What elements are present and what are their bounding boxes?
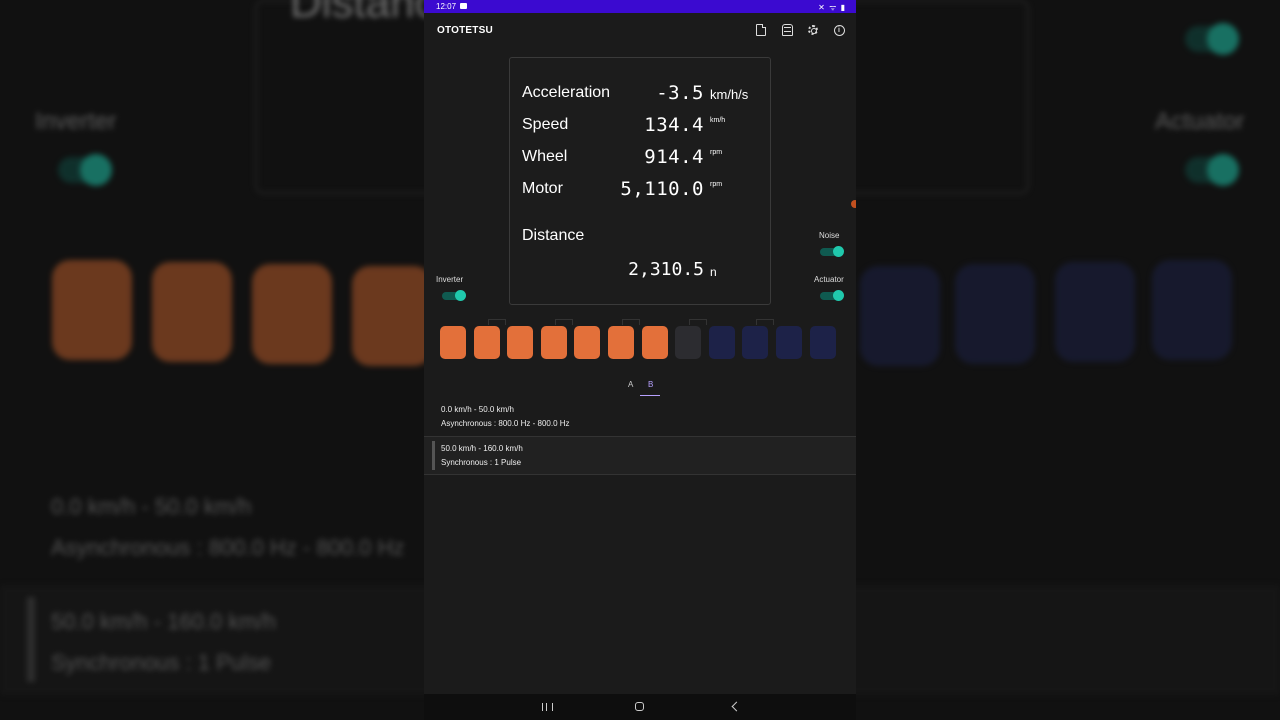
bg-car — [1152, 260, 1232, 360]
distance-label: Distance — [522, 227, 585, 244]
acceleration-value: -3.5 — [656, 82, 704, 104]
distance-row: Distance — [522, 225, 758, 249]
pattern-mode: Asynchronous : 800.0 Hz - 800.0 Hz — [441, 419, 570, 428]
distance-value: 2,310.5 — [628, 259, 704, 280]
recent-apps-button[interactable] — [542, 703, 553, 711]
car-coupler — [487, 319, 506, 325]
pattern-mode: Synchronous : 1 Pulse — [441, 458, 522, 467]
nav-bar — [424, 694, 856, 720]
acceleration-row: Acceleration -3.5 km/h/s — [522, 82, 758, 106]
pattern-tabs: A B — [624, 378, 674, 398]
train-car-powered — [507, 326, 534, 359]
train-car-regen — [708, 326, 735, 359]
actuator-label: Actuator — [814, 275, 844, 284]
train-car-regen — [776, 326, 802, 359]
bg-row-bar — [27, 597, 35, 682]
speed-label: Speed — [522, 116, 569, 133]
bg-car — [52, 260, 132, 360]
app-title: OTOTETSU — [437, 25, 493, 36]
document-icon — [756, 24, 766, 36]
speed-value: 134.4 — [644, 114, 704, 136]
actuator-toggle[interactable] — [820, 290, 844, 301]
bg-pattern-range: 0.0 km/h - 50.0 km/h — [51, 494, 252, 519]
train-car-regen — [742, 326, 769, 359]
tab-indicator — [640, 395, 660, 396]
inverter-label: Inverter — [436, 275, 464, 284]
train-car-powered — [608, 326, 634, 359]
bg-pattern-mode: Asynchronous : 800.0 Hz - 800.0 Hz — [51, 535, 405, 560]
train-car-neutral — [675, 326, 702, 359]
bg-car — [955, 264, 1035, 364]
train-button[interactable] — [780, 23, 794, 37]
acceleration-label: Acceleration — [522, 84, 611, 101]
car-coupler — [622, 319, 640, 325]
bg-actuator-label: Actuator — [1155, 108, 1245, 135]
bg-toggle — [58, 154, 112, 186]
speed-row: Speed 134.4 km/h — [522, 114, 758, 138]
toggle-thumb — [833, 290, 844, 301]
toggle-thumb — [455, 290, 466, 301]
pattern-range: 50.0 km/h - 160.0 km/h — [441, 444, 523, 453]
back-button[interactable] — [731, 701, 742, 712]
train-car-powered — [440, 326, 466, 359]
bg-pattern-range: 50.0 km/h - 160.0 km/h — [51, 609, 276, 634]
readout-panel: Acceleration -3.5 km/h/s Speed 134.4 km/… — [509, 57, 771, 305]
bg-car — [152, 262, 232, 362]
motor-value: 5,110.0 — [620, 178, 704, 200]
train-diagram — [440, 319, 842, 364]
settings-button[interactable] — [806, 23, 820, 37]
car-coupler — [756, 319, 775, 325]
bg-car — [1055, 262, 1135, 362]
status-bar: 12:07 ✕ ᯤ ▮ — [424, 0, 856, 13]
document-button[interactable] — [754, 23, 768, 37]
bg-toggle — [1185, 23, 1239, 55]
car-coupler — [554, 319, 573, 325]
status-icons: ✕ ᯤ ▮ — [818, 3, 846, 12]
wheel-unit: rpm — [710, 149, 723, 156]
acceleration-unit: km/h/s — [710, 87, 749, 102]
notification-icon — [460, 3, 467, 9]
bg-toggle — [1185, 154, 1239, 186]
bg-car — [860, 266, 940, 366]
train-car-regen — [809, 326, 836, 359]
inverter-toggle[interactable] — [442, 290, 466, 301]
status-time: 12:07 — [436, 2, 457, 11]
noise-label: Noise — [819, 231, 840, 240]
pattern-item[interactable]: 0.0 km/h - 50.0 km/h Asynchronous : 800.… — [424, 398, 856, 435]
bg-car — [352, 266, 432, 366]
noise-toggle[interactable] — [820, 246, 844, 257]
train-car-powered — [540, 326, 567, 359]
bg-pattern-mode: Synchronous : 1 Pulse — [51, 650, 272, 675]
train-icon — [781, 24, 793, 36]
bg-inverter-label: Inverter — [35, 108, 117, 135]
toggle-thumb — [833, 246, 844, 257]
info-button[interactable]: i — [832, 23, 846, 37]
wheel-label: Wheel — [522, 148, 568, 165]
tab-b[interactable]: B — [648, 380, 653, 389]
info-icon: i — [833, 24, 845, 36]
selection-bar — [432, 441, 435, 470]
gear-icon — [808, 25, 818, 35]
motor-label: Motor — [522, 180, 563, 197]
wheel-row: Wheel 914.4 rpm — [522, 146, 758, 170]
home-button[interactable] — [635, 702, 644, 711]
phone-screen: 12:07 ✕ ᯤ ▮ OTOTETSU i Acceleration -3.5… — [424, 0, 856, 720]
indicator-dot — [851, 200, 856, 208]
motor-unit: rpm — [710, 181, 723, 188]
tab-a[interactable]: A — [628, 380, 633, 389]
train-car-powered — [641, 326, 668, 359]
pattern-item-selected[interactable]: 50.0 km/h - 160.0 km/h Synchronous : 1 P… — [424, 436, 856, 475]
speed-unit: km/h — [710, 117, 726, 124]
motor-row: Motor 5,110.0 rpm — [522, 178, 758, 202]
app-bar: OTOTETSU i — [424, 13, 856, 47]
distance-unit: n — [710, 265, 717, 279]
wheel-value: 914.4 — [644, 146, 704, 168]
train-car-powered — [574, 326, 601, 359]
pattern-range: 0.0 km/h - 50.0 km/h — [441, 405, 514, 414]
bg-car — [252, 264, 332, 364]
car-coupler — [689, 319, 708, 325]
train-car-powered — [473, 326, 500, 359]
